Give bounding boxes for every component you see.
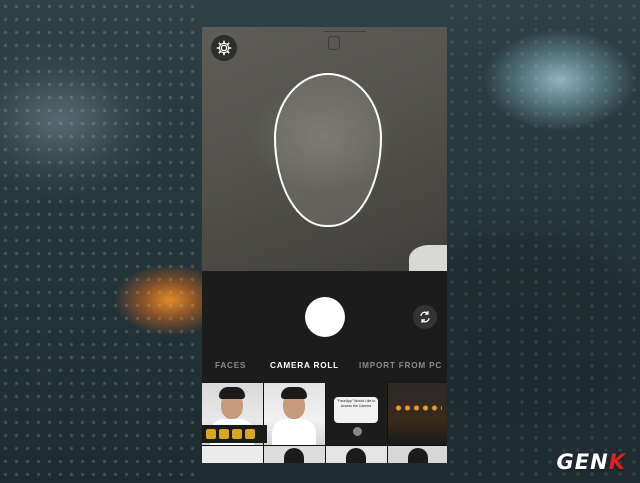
photo-hair (346, 448, 366, 463)
photo-hair (281, 387, 307, 399)
phone-screen: FACES CAMERA ROLL IMPORT FROM PC "FaceAp… (202, 27, 447, 463)
filter-strip-preview (202, 425, 267, 443)
photo-hair (284, 448, 304, 463)
camera-controls: FACES CAMERA ROLL IMPORT FROM PC (202, 271, 447, 381)
photo-hair (219, 387, 245, 399)
gallery-thumbnail[interactable] (264, 383, 325, 445)
camera-roll-gallery: "FaceApp" Would Like to Access the Camer… (202, 383, 447, 463)
genk-watermark-logo: GENK (557, 450, 626, 474)
permission-alert-preview: "FaceApp" Would Like to Access the Camer… (334, 397, 378, 423)
filter-chip (206, 429, 216, 439)
paper-corner (409, 245, 447, 271)
record-dot (353, 427, 362, 436)
filter-chip (245, 429, 255, 439)
tab-camera-roll[interactable]: CAMERA ROLL (270, 361, 339, 370)
source-tabs: FACES CAMERA ROLL IMPORT FROM PC (202, 361, 447, 377)
gallery-thumbnail[interactable] (326, 446, 387, 463)
gallery-thumbnail[interactable] (388, 446, 447, 463)
tab-faces[interactable]: FACES (215, 361, 246, 370)
settings-button[interactable] (211, 35, 237, 61)
filter-chip (232, 429, 242, 439)
flip-camera-button[interactable] (413, 305, 437, 329)
camera-flip-icon (420, 311, 430, 323)
rain-drops-left (0, 0, 200, 483)
shutter-button[interactable] (305, 297, 345, 337)
watermark-accent: K (608, 450, 626, 474)
photo-hair (408, 448, 428, 463)
tab-import-from-pc[interactable]: IMPORT FROM PC (359, 361, 442, 370)
gear-icon (216, 40, 232, 56)
city-lights (394, 403, 442, 413)
gallery-thumbnail[interactable]: "FaceApp" Would Like to Access the Camer… (326, 383, 387, 445)
face-guide-outline (274, 73, 382, 227)
paper-sketch (324, 31, 366, 50)
gallery-thumbnail[interactable] (202, 446, 263, 463)
shutter-preview-dot (290, 427, 298, 435)
rain-drops-right (445, 0, 640, 483)
camera-viewfinder (202, 27, 447, 271)
filter-chip (219, 429, 229, 439)
gallery-thumbnail[interactable] (264, 446, 325, 463)
gallery-thumbnail[interactable] (388, 383, 447, 445)
watermark-text: GEN (556, 450, 609, 474)
